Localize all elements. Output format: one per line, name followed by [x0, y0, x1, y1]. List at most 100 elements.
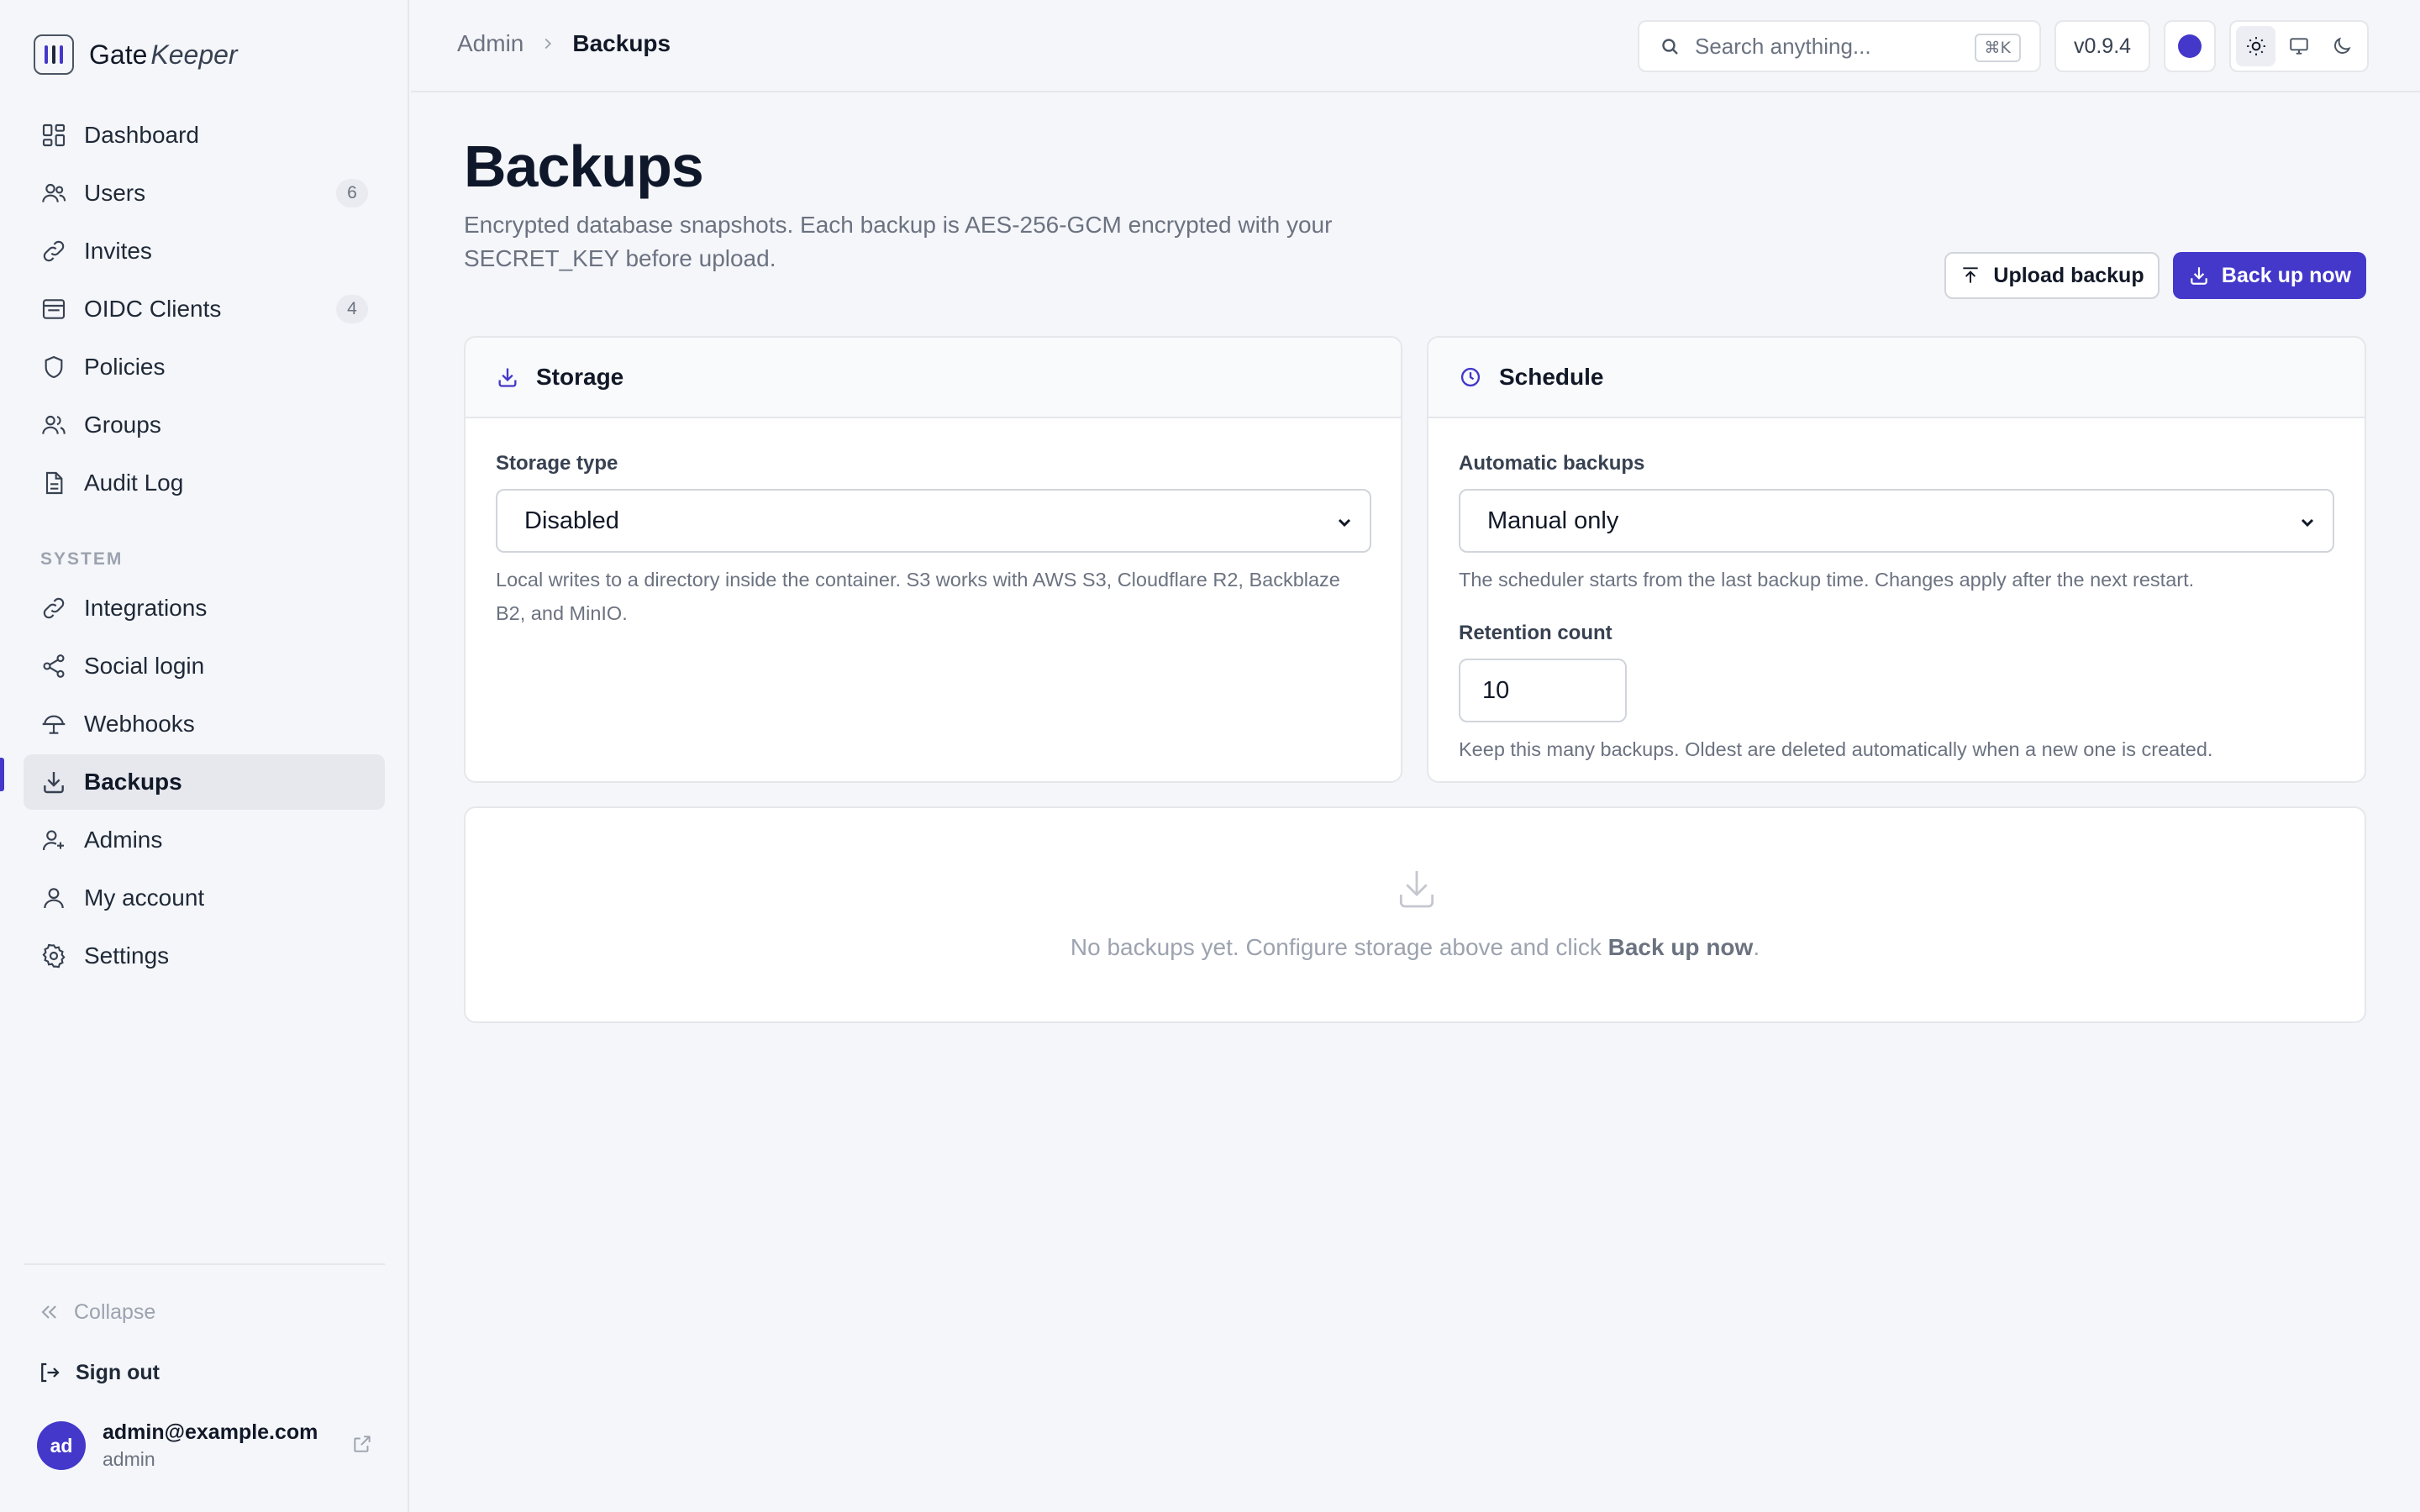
logo-icon	[34, 34, 74, 75]
main-nav: Dashboard Users 6 Invites OIDC Clients 4…	[24, 108, 385, 513]
storage-type-help: Local writes to a directory inside the c…	[496, 569, 1340, 624]
active-indicator	[0, 758, 4, 791]
avatar: ad	[37, 1421, 86, 1470]
storage-type-label: Storage type	[496, 452, 618, 475]
sidebar-item-audit-log[interactable]: Audit Log	[24, 455, 385, 511]
back-up-now-label: Back up now	[2221, 263, 2352, 287]
empty-state-message: No backups yet. Configure storage above …	[1070, 934, 1760, 960]
sidebar-item-admins[interactable]: Admins	[24, 812, 385, 868]
automatic-backups-select[interactable]: Manual only	[1459, 489, 2334, 553]
back-up-now-button[interactable]: Back up now	[2173, 252, 2366, 299]
download-icon	[44, 772, 64, 794]
system-nav: Integrations Social login Webhooks Backu…	[24, 580, 385, 986]
link-icon	[43, 597, 65, 619]
upload-backup-button[interactable]: Upload backup	[1944, 252, 2160, 299]
topbar: Admin Backups ⌘K v0.9.4	[411, 0, 2420, 92]
breadcrumb-admin[interactable]: Admin	[457, 30, 523, 57]
user-email: admin@example.com	[103, 1420, 318, 1444]
nav-section-label: SYSTEM	[40, 549, 124, 569]
theme-system-button[interactable]	[2279, 26, 2318, 66]
chevron-down-icon	[2301, 518, 2314, 528]
backups-empty-state: No backups yet. Configure storage above …	[464, 806, 2366, 1023]
download-icon	[498, 368, 517, 387]
sidebar-item-settings[interactable]: Settings	[24, 928, 385, 984]
logout-icon	[41, 1362, 60, 1383]
sidebar-item-label: Dashboard	[84, 122, 199, 148]
search-shortcut: ⌘K	[1974, 34, 2021, 62]
sidebar-item-users[interactable]: Users 6	[24, 165, 385, 221]
sidebar-item-label: Settings	[84, 942, 170, 969]
breadcrumb: Admin Backups	[457, 30, 671, 57]
moon-icon	[2334, 37, 2351, 54]
sidebar-item-label: Audit Log	[84, 470, 184, 496]
admin-icon	[42, 830, 64, 851]
search-box[interactable]: ⌘K	[1638, 20, 2041, 72]
accent-swatch	[2178, 34, 2202, 58]
sidebar-item-dashboard[interactable]: Dashboard	[24, 108, 385, 163]
external-link-icon[interactable]	[351, 1433, 373, 1455]
users-icon	[42, 183, 66, 202]
automatic-backups-label: Automatic backups	[1459, 452, 1645, 475]
storage-card: Storage Storage type Disabled Local writ…	[464, 336, 1402, 783]
sidebar-item-label: Admins	[84, 827, 163, 853]
groups-icon	[42, 415, 66, 434]
theme-light-button[interactable]	[2236, 26, 2276, 66]
sign-out-button[interactable]: Sign out	[37, 1356, 160, 1389]
monitor-icon	[2290, 38, 2308, 55]
breadcrumb-current: Backups	[572, 30, 671, 56]
schedule-card: Schedule Automatic backups Manual only T…	[1427, 336, 2366, 783]
webhook-icon	[42, 715, 66, 734]
sidebar-item-policies[interactable]: Policies	[24, 339, 385, 395]
sidebar-item-social-login[interactable]: Social login	[24, 638, 385, 694]
sidebar-item-groups[interactable]: Groups	[24, 397, 385, 453]
search-input[interactable]	[1695, 33, 1947, 60]
sidebar-item-label: Policies	[84, 354, 166, 380]
app-logo[interactable]: Gate Keeper	[34, 34, 238, 76]
sidebar-item-integrations[interactable]: Integrations	[24, 580, 385, 636]
app-name: Gate Keeper	[89, 39, 238, 70]
search-icon	[1662, 39, 1678, 55]
sidebar-item-label: Webhooks	[84, 711, 195, 737]
users-count-badge: 6	[336, 179, 368, 207]
sidebar-item-label: Social login	[84, 653, 205, 679]
sidebar-item-label: Groups	[84, 412, 161, 438]
sidebar-divider	[24, 1263, 385, 1265]
sidebar-item-my-account[interactable]: My account	[24, 870, 385, 926]
storage-card-header: Storage	[466, 338, 1401, 418]
shield-icon	[45, 355, 63, 379]
version-badge[interactable]: v0.9.4	[2054, 20, 2150, 72]
collapse-button[interactable]: Collapse	[37, 1295, 155, 1329]
empty-state-action-text: Back up now	[1607, 934, 1754, 960]
collapse-label: Collapse	[74, 1299, 156, 1324]
user-profile[interactable]: ad admin@example.com admin	[37, 1418, 373, 1473]
sidebar-item-backups[interactable]: Backups	[24, 754, 385, 810]
sidebar-item-oidc-clients[interactable]: OIDC Clients 4	[24, 281, 385, 337]
automatic-backups-help: The scheduler starts from the last backu…	[1459, 569, 2195, 591]
accent-color-button[interactable]	[2164, 20, 2216, 72]
page-title: Backups	[464, 134, 704, 199]
schedule-card-title: Schedule	[1499, 364, 1604, 390]
upload-backup-label: Upload backup	[1993, 263, 2144, 287]
link-icon	[43, 240, 65, 262]
sidebar-item-label: OIDC Clients	[84, 296, 222, 322]
retention-count-input[interactable]: 10	[1459, 659, 1627, 722]
gear-icon	[42, 943, 66, 969]
share-icon	[43, 654, 65, 678]
clock-icon	[1460, 367, 1481, 387]
schedule-card-header: Schedule	[1428, 338, 2365, 418]
inbox-icon	[42, 299, 66, 319]
sidebar-item-label: Invites	[84, 238, 152, 264]
retention-count-help: Keep this many backups. Oldest are delet…	[1459, 738, 2213, 760]
sidebar-item-label: Integrations	[84, 595, 208, 621]
sidebar-item-invites[interactable]: Invites	[24, 223, 385, 279]
sidebar-item-label: Backups	[84, 769, 182, 795]
upload-icon	[1963, 267, 1979, 283]
theme-dark-button[interactable]	[2323, 26, 2362, 66]
theme-switcher	[2229, 20, 2369, 72]
download-icon	[2191, 267, 2207, 285]
storage-type-select[interactable]: Disabled	[496, 489, 1371, 553]
automatic-backups-value: Manual only	[1487, 507, 1619, 534]
sidebar-item-label: My account	[84, 885, 205, 911]
chevron-right-icon	[544, 38, 552, 50]
sidebar-item-webhooks[interactable]: Webhooks	[24, 696, 385, 752]
